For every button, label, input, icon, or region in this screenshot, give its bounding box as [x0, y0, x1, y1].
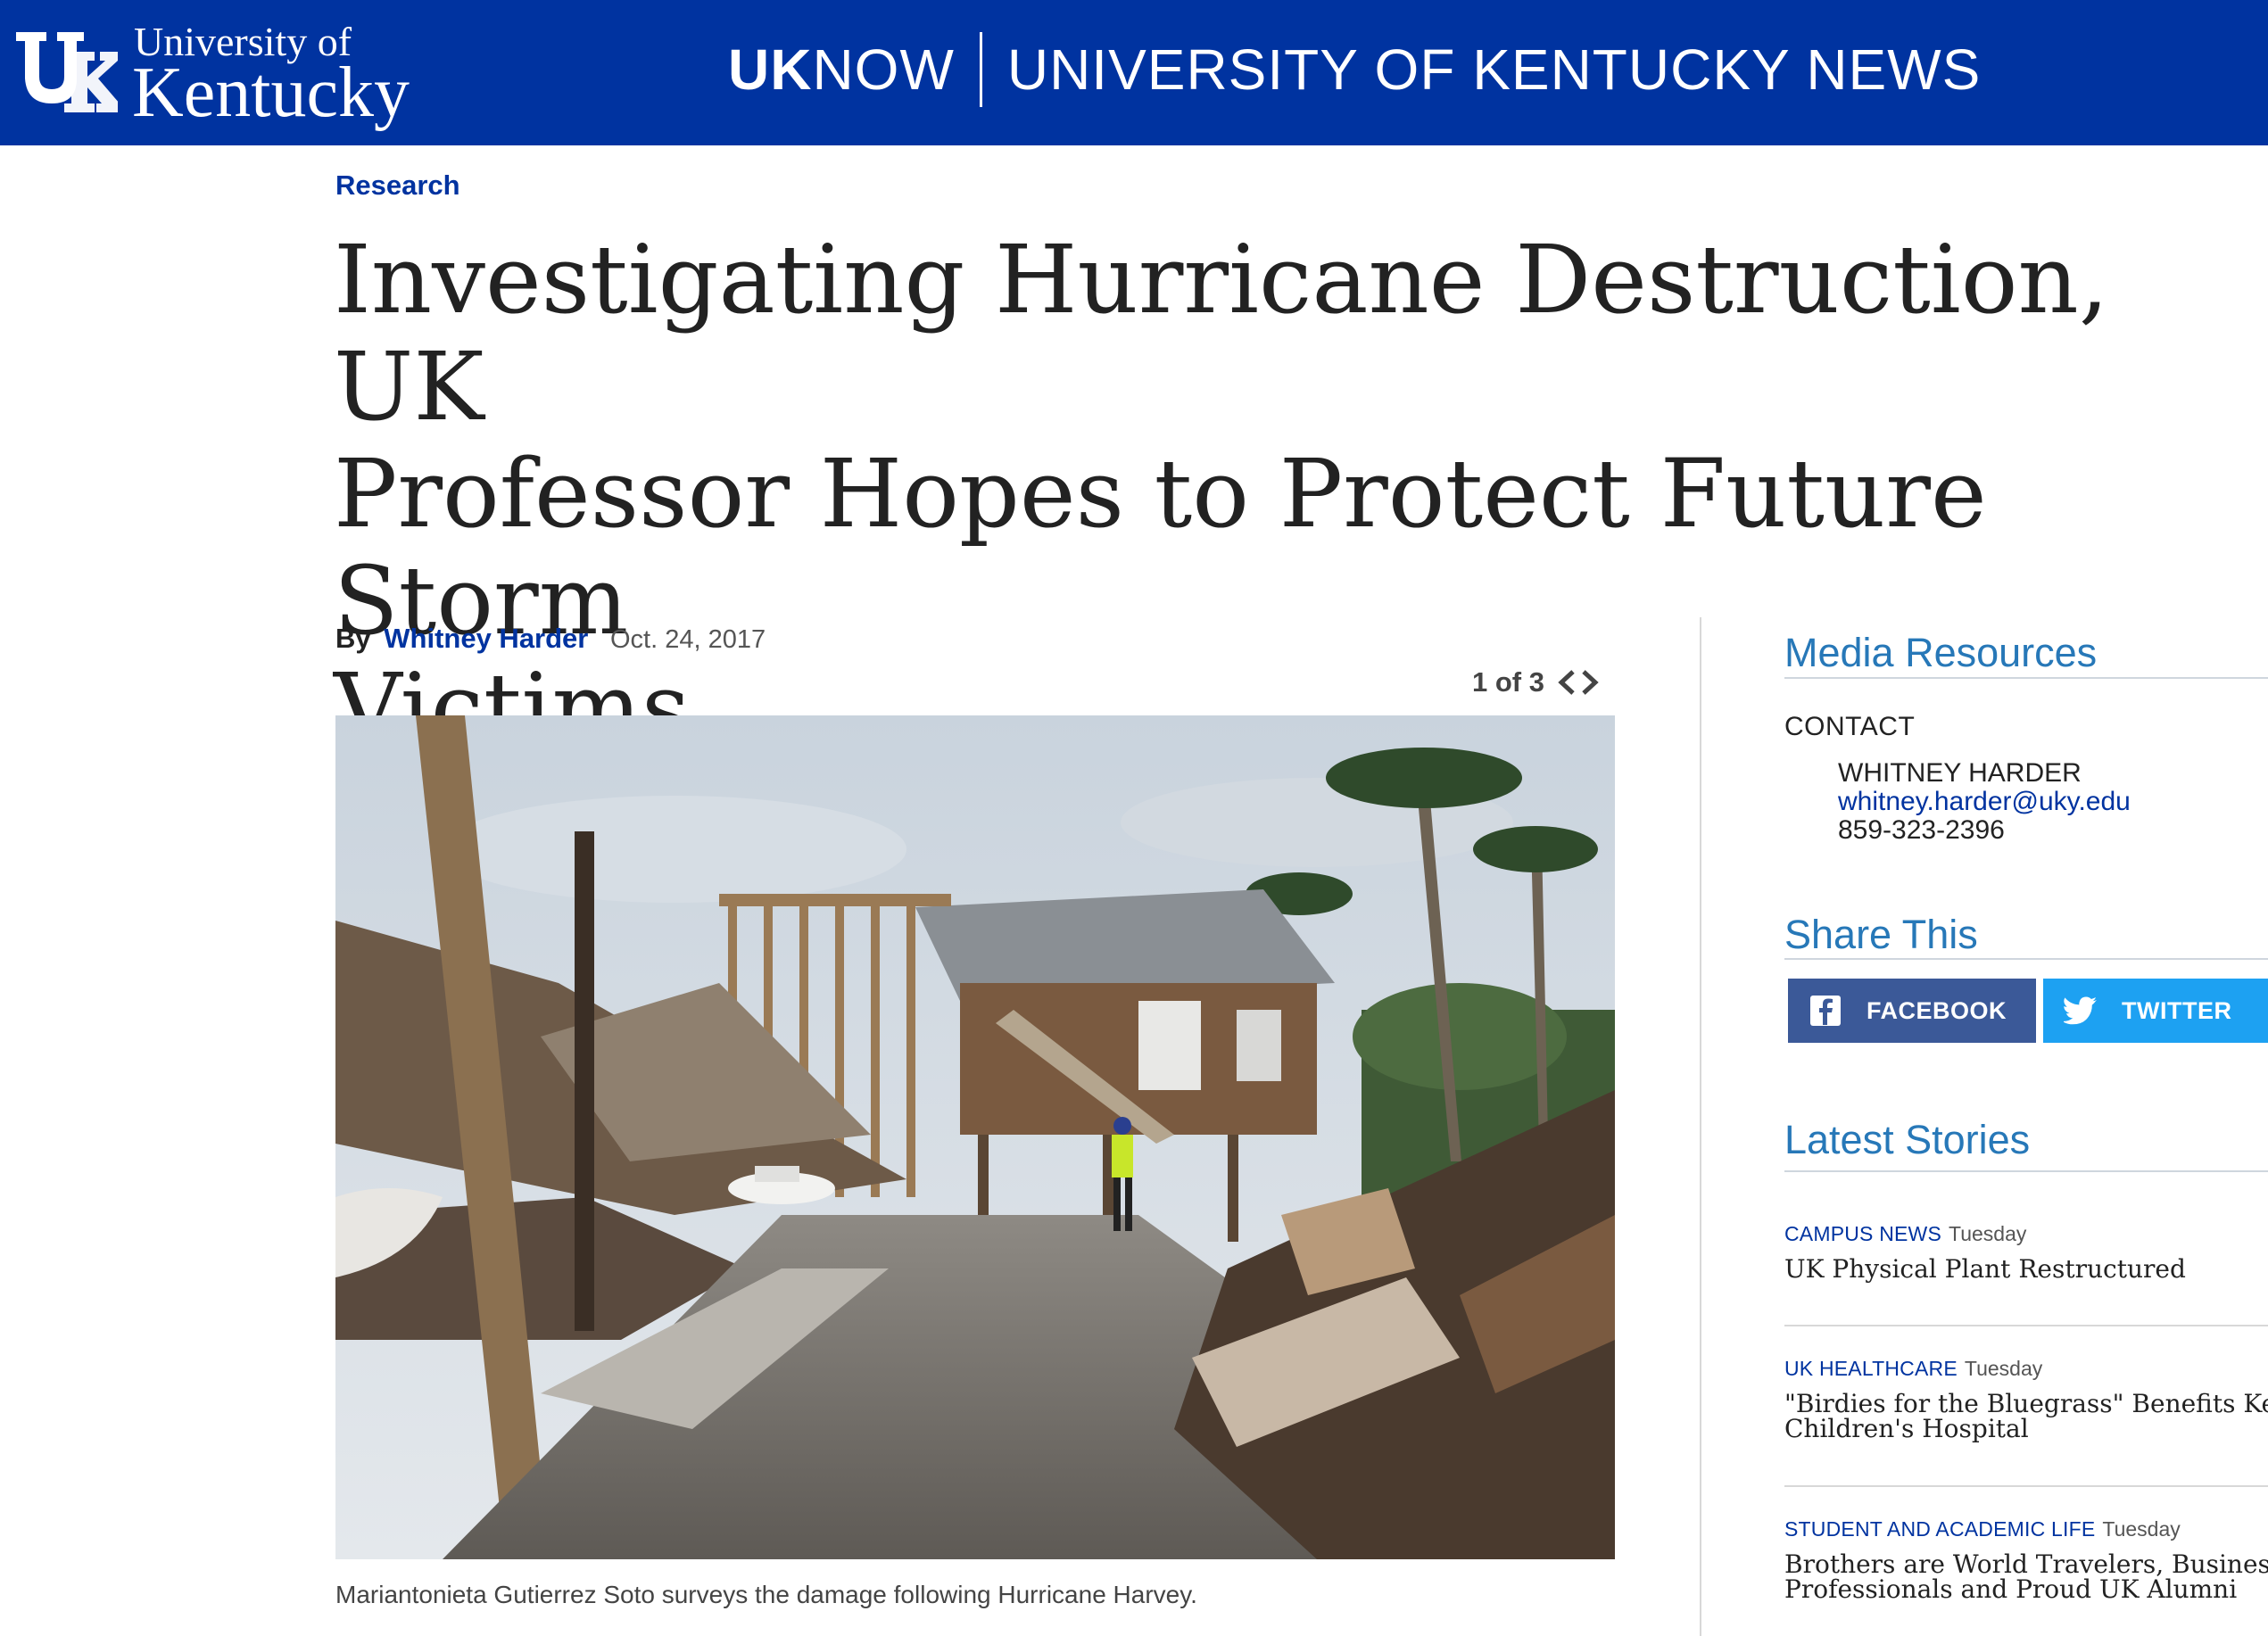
byline: By Whitney Harder Oct. 24, 2017 — [335, 623, 766, 655]
story-separator — [1784, 1485, 2268, 1487]
logo-kentucky-text: Kentucky — [132, 54, 410, 132]
gallery-next-button[interactable] — [1577, 665, 1603, 700]
hurricane-damage-photo — [335, 715, 1615, 1559]
contact-label: CONTACT — [1784, 712, 1916, 741]
gallery-counter: 1 of 3 — [1472, 666, 1544, 698]
headline-line-1: Investigating Hurricane Destruction, UK — [334, 225, 2109, 442]
site-title[interactable]: UK NOW UNIVERSITY OF KENTUCKY NEWS — [728, 32, 1982, 107]
twitter-share-button[interactable]: TWITTER — [2043, 979, 2268, 1043]
share-rule — [1784, 958, 2268, 960]
story-day: Tuesday — [1964, 1357, 2043, 1380]
story-title-link[interactable]: Brothers are World Travelers, Business Pr… — [1784, 1552, 2268, 1602]
story-category: UK HEALTHCARE — [1784, 1357, 1958, 1380]
story-title-line: Professionals and Proud UK Alumni — [1784, 1574, 2238, 1604]
site-title-full: UNIVERSITY OF KENTUCKY NEWS — [1006, 37, 1982, 102]
byline-label: By — [335, 623, 371, 654]
article-headline: Investigating Hurricane Destruction, UK … — [334, 227, 2252, 762]
facebook-label: FACEBOOK — [1867, 996, 2007, 1024]
article-photo[interactable] — [335, 715, 1615, 1559]
story-title-link[interactable]: "Birdies for the Bluegrass" Benefits Ken… — [1784, 1392, 2268, 1442]
story-title-link[interactable]: UK Physical Plant Restructured — [1784, 1257, 2268, 1282]
media-resources-rule — [1784, 677, 2268, 679]
story-meta: STUDENT AND ACADEMIC LIFE Tuesday — [1784, 1517, 2268, 1541]
author-link[interactable]: Whitney Harder — [384, 623, 588, 654]
chevron-right-icon — [1582, 670, 1599, 695]
site-title-now: NOW — [812, 37, 955, 102]
story-item[interactable]: CAMPUS NEWS Tuesday UK Physical Plant Res… — [1784, 1222, 2268, 1282]
chevron-left-icon — [1558, 670, 1575, 695]
story-day: Tuesday — [2102, 1517, 2181, 1541]
column-divider — [1700, 617, 1701, 1636]
share-heading: Share This — [1784, 912, 1978, 957]
twitter-bird-icon — [2063, 993, 2098, 1029]
title-divider — [979, 32, 982, 107]
facebook-share-button[interactable]: FACEBOOK — [1788, 979, 2036, 1043]
contact-phone: 859-323-2396 — [1838, 815, 2005, 845]
story-category: CAMPUS NEWS — [1784, 1222, 1941, 1245]
site-title-uk: UK — [728, 37, 813, 102]
category-link[interactable]: Research — [335, 169, 460, 202]
story-title-line: UK Physical Plant Restructured — [1784, 1254, 2186, 1284]
story-day: Tuesday — [1949, 1222, 2027, 1245]
publish-date: Oct. 24, 2017 — [610, 625, 766, 654]
media-resources-heading: Media Resources — [1784, 630, 2098, 675]
contact-name: WHITNEY HARDER — [1838, 758, 2082, 788]
story-item[interactable]: UK HEALTHCARE Tuesday "Birdies for the Bl… — [1784, 1357, 2268, 1442]
latest-stories-heading: Latest Stories — [1784, 1117, 2031, 1162]
latest-stories-rule — [1784, 1170, 2268, 1172]
contact-email-link[interactable]: whitney.harder@uky.edu — [1838, 787, 2131, 817]
story-category: STUDENT AND ACADEMIC LIFE — [1784, 1517, 2096, 1541]
facebook-icon — [1808, 993, 1843, 1029]
story-meta: CAMPUS NEWS Tuesday — [1784, 1222, 2268, 1246]
gallery-pager: 1 of 3 — [1472, 665, 1603, 700]
photo-caption: Mariantonieta Gutierrez Soto surveys the… — [335, 1581, 1197, 1608]
site-header: University of Kentucky UK NOW UNIVERSITY … — [0, 0, 2268, 145]
story-title-line: Children's Hospital — [1784, 1414, 2029, 1443]
story-meta: UK HEALTHCARE Tuesday — [1784, 1357, 2268, 1381]
story-separator — [1784, 1325, 2268, 1326]
story-item[interactable]: STUDENT AND ACADEMIC LIFE Tuesday Brother… — [1784, 1517, 2268, 1602]
twitter-label: TWITTER — [2122, 996, 2232, 1024]
university-logo[interactable]: University of Kentucky — [12, 20, 423, 131]
uk-logo-icon — [16, 32, 118, 112]
